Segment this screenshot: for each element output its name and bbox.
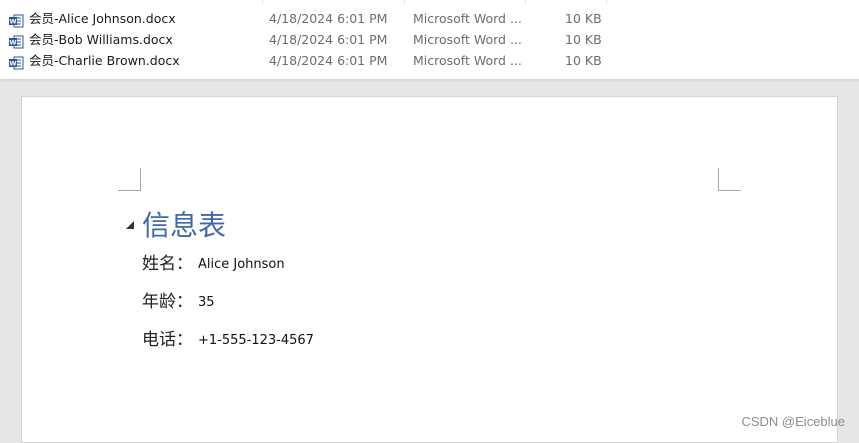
svg-text:W: W <box>9 18 16 26</box>
watermark: CSDN @Eiceblue <box>741 414 845 429</box>
field-value: Alice Johnson <box>198 257 285 272</box>
collapse-triangle-icon[interactable] <box>126 221 134 229</box>
svg-text:W: W <box>9 39 16 47</box>
field-value: +1-555-123-4567 <box>198 333 314 348</box>
column-divider <box>606 0 607 4</box>
word-doc-icon: W <box>9 33 24 49</box>
file-size: 10 KB <box>565 32 602 47</box>
file-name: 会员-Alice Johnson.docx <box>29 11 176 26</box>
field-label: 年龄： <box>142 292 193 312</box>
column-divider <box>404 0 405 4</box>
file-row[interactable]: W 会员-Bob Williams.docx 4/18/2024 6:01 PM… <box>0 29 859 50</box>
file-date: 4/18/2024 6:01 PM <box>269 32 388 47</box>
file-type: Microsoft Word ... <box>413 32 522 47</box>
file-name: 会员-Charlie Brown.docx <box>29 53 180 68</box>
file-size: 10 KB <box>565 11 602 26</box>
file-date: 4/18/2024 6:01 PM <box>269 53 388 68</box>
document-page[interactable]: 信息表 姓名： Alice Johnson 年龄： 35 电话： +1-555-… <box>21 96 838 443</box>
word-doc-icon: W <box>9 12 24 28</box>
column-divider <box>525 0 526 4</box>
file-row[interactable]: W 会员-Alice Johnson.docx 4/18/2024 6:01 P… <box>0 8 859 29</box>
document-heading[interactable]: 信息表 <box>142 208 226 244</box>
word-doc-icon: W <box>9 54 24 70</box>
field-label: 电话： <box>142 330 193 350</box>
field-value: 35 <box>198 295 215 310</box>
file-type: Microsoft Word ... <box>413 11 522 26</box>
svg-text:W: W <box>9 60 16 68</box>
file-size: 10 KB <box>565 53 602 68</box>
margin-corner-mark <box>118 168 141 191</box>
file-explorer-list: W 会员-Alice Johnson.docx 4/18/2024 6:01 P… <box>0 0 859 80</box>
file-type: Microsoft Word ... <box>413 53 522 68</box>
margin-corner-mark <box>718 168 741 191</box>
file-row[interactable]: W 会员-Charlie Brown.docx 4/18/2024 6:01 P… <box>0 50 859 71</box>
file-name: 会员-Bob Williams.docx <box>29 32 173 47</box>
file-date: 4/18/2024 6:01 PM <box>269 11 388 26</box>
column-divider <box>262 0 263 4</box>
field-label: 姓名： <box>142 254 193 274</box>
